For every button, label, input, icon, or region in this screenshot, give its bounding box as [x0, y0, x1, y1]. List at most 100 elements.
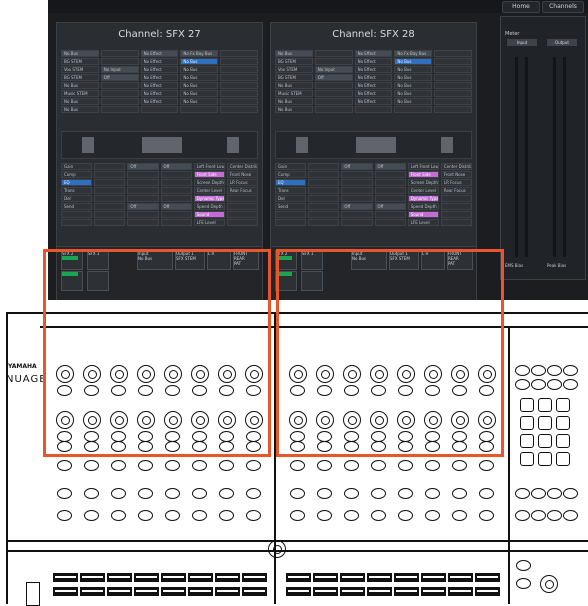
grid-cell[interactable] [314, 90, 353, 97]
grid-cell[interactable]: LFE Level [407, 219, 439, 226]
grid-cell[interactable] [220, 58, 258, 65]
grid-cell[interactable]: No Bus [394, 98, 433, 105]
channel-fader[interactable] [394, 573, 419, 582]
grid-cell[interactable]: Screen Depth [193, 179, 225, 186]
tab-home[interactable]: Home [502, 1, 540, 13]
function-button[interactable] [516, 578, 531, 589]
grid-cell[interactable] [220, 90, 258, 97]
key-button[interactable] [538, 434, 552, 448]
grid-cell[interactable]: Front Nose [440, 171, 473, 178]
grid-cell[interactable] [314, 98, 353, 105]
channel-fader[interactable] [340, 587, 365, 596]
grid-cell[interactable]: No Bus [61, 98, 99, 105]
grid-cell[interactable] [94, 179, 126, 186]
channel-button[interactable] [84, 460, 99, 471]
grid-cell[interactable]: Send [275, 203, 307, 210]
grid-cell[interactable]: Left Front Low [407, 163, 439, 170]
grid-cell[interactable] [100, 58, 139, 65]
grid-cell[interactable] [374, 187, 406, 194]
grid-cell[interactable]: Off [100, 74, 139, 81]
channel-button[interactable] [138, 488, 153, 499]
channel-button[interactable] [246, 460, 261, 471]
channel-button[interactable] [57, 510, 72, 521]
key-button[interactable] [556, 434, 570, 448]
channel-fader[interactable] [340, 573, 365, 582]
channel-button[interactable] [344, 510, 359, 521]
grid-cell[interactable] [160, 219, 192, 226]
channel-button[interactable] [219, 510, 234, 521]
grid-cell[interactable] [94, 211, 126, 218]
grid-cell[interactable] [100, 82, 139, 89]
grid-cell[interactable]: Front Side [407, 171, 439, 178]
function-button[interactable] [515, 510, 530, 521]
channel-button[interactable] [111, 460, 126, 471]
channel-button[interactable] [165, 460, 180, 471]
grid-cell[interactable] [160, 195, 192, 202]
channel-fader[interactable] [215, 573, 240, 582]
grid-cell[interactable]: BG STEM [275, 74, 313, 81]
grid-cell[interactable]: No Bus [275, 50, 313, 57]
key-button[interactable] [538, 452, 552, 466]
grid-cell[interactable]: Del [61, 195, 93, 202]
jog-wheel[interactable] [540, 575, 558, 593]
channel-button[interactable] [479, 510, 494, 521]
channel-fader[interactable] [53, 587, 78, 596]
grid-cell[interactable]: LFE Level [193, 219, 225, 226]
grid-cell[interactable]: No Effect [354, 50, 393, 57]
channel-fader[interactable] [161, 573, 186, 582]
channel-button[interactable] [111, 510, 126, 521]
grid-cell[interactable] [226, 219, 259, 226]
grid-cell[interactable]: Center Distribution [440, 163, 473, 170]
grid-cell[interactable] [434, 98, 472, 105]
channel-button[interactable] [344, 488, 359, 499]
grid-cell[interactable] [61, 211, 93, 218]
function-button[interactable] [547, 510, 562, 521]
grid-cell[interactable] [100, 90, 139, 97]
key-button[interactable] [538, 398, 552, 412]
channel-fader[interactable] [367, 573, 392, 582]
channel-button[interactable] [290, 510, 305, 521]
grid-cell[interactable]: Off [374, 203, 406, 210]
grid-cell[interactable]: Sound [193, 211, 225, 218]
grid-cell[interactable]: BG STEM [61, 58, 99, 65]
grid-cell[interactable] [127, 171, 159, 178]
channel-button[interactable] [425, 510, 440, 521]
grid-cell[interactable] [308, 187, 340, 194]
grid-cell[interactable]: No Bus [394, 66, 433, 73]
channel-button[interactable] [192, 460, 207, 471]
channel-button[interactable] [246, 488, 261, 499]
grid-cell[interactable] [61, 219, 93, 226]
grid-cell[interactable]: No Bus [61, 106, 99, 113]
grid-cell[interactable] [275, 211, 307, 218]
grid-cell[interactable] [434, 82, 472, 89]
grid-cell[interactable]: Left Front Low [193, 163, 225, 170]
key-button[interactable] [520, 416, 534, 430]
function-button[interactable] [531, 365, 546, 376]
grid-cell[interactable] [275, 219, 307, 226]
center-knob[interactable] [268, 540, 286, 558]
function-button[interactable] [563, 510, 578, 521]
grid-cell[interactable]: No Effect [354, 74, 393, 81]
grid-cell[interactable] [220, 106, 258, 113]
grid-cell[interactable]: Send [61, 203, 93, 210]
grid-cell[interactable] [341, 171, 373, 178]
grid-cell[interactable]: No Bus [61, 82, 99, 89]
grid-cell[interactable] [308, 203, 340, 210]
grid-cell[interactable] [226, 211, 259, 218]
channel-button[interactable] [111, 488, 126, 499]
channel-fader[interactable] [134, 587, 159, 596]
channel-fader[interactable] [421, 573, 446, 582]
channel-button[interactable] [84, 510, 99, 521]
channel-button[interactable] [452, 460, 467, 471]
grid-cell[interactable]: Off [341, 203, 373, 210]
channel-button[interactable] [219, 488, 234, 499]
channel-button[interactable] [371, 460, 386, 471]
grid-cell[interactable] [308, 163, 340, 170]
channel-fader[interactable] [475, 573, 500, 582]
grid-cell[interactable] [434, 50, 472, 57]
grid-cell[interactable]: Rear Focus [440, 187, 473, 194]
grid-cell[interactable] [94, 219, 126, 226]
grid-cell[interactable] [314, 58, 353, 65]
channel-button[interactable] [192, 488, 207, 499]
grid-cell[interactable] [308, 211, 340, 218]
